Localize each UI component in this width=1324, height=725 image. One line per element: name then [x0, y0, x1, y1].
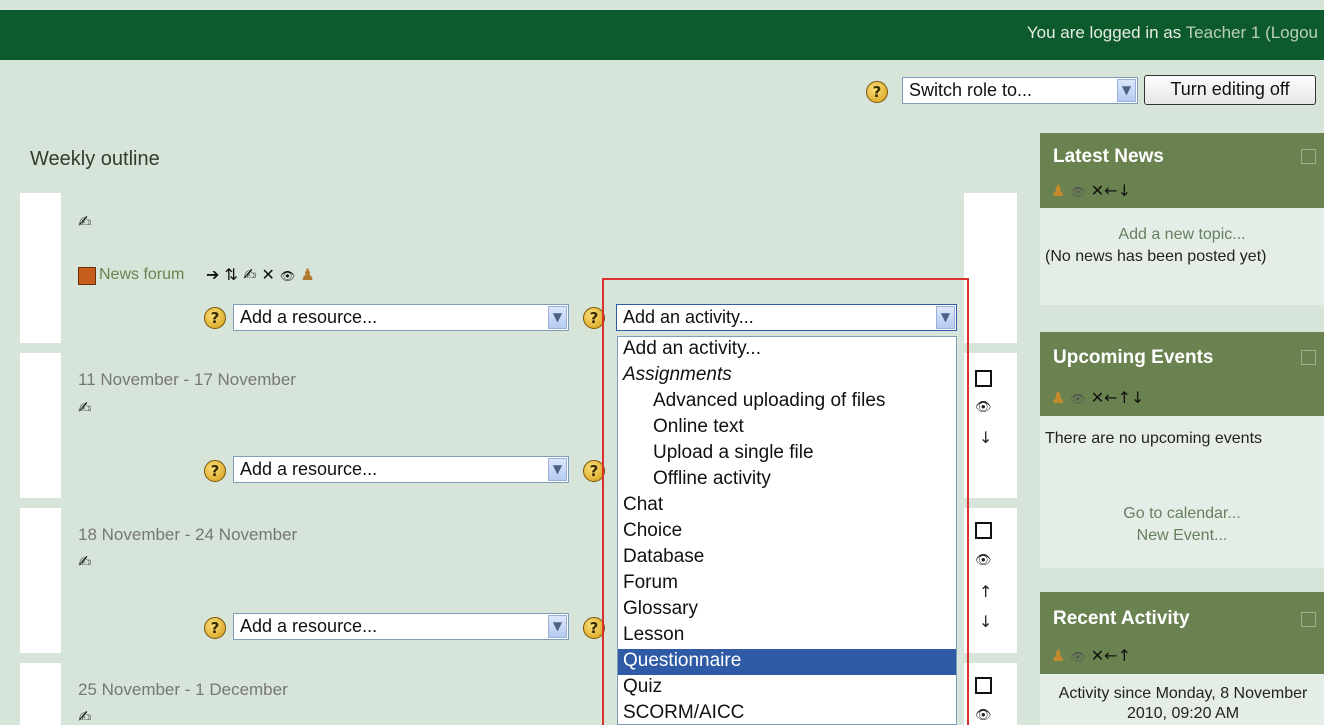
help-icon[interactable]: ?	[204, 460, 226, 482]
block-title: Recent Activity	[1053, 608, 1190, 629]
new-event-link[interactable]: New Event...	[1040, 527, 1324, 545]
activity-edit-icons: ➔ ⇅ ✍ ✕ 👁 ♟	[206, 265, 315, 284]
move-right-icon[interactable]: ➔	[206, 265, 219, 284]
collapse-icon[interactable]	[1301, 350, 1316, 365]
move-down-icon[interactable]: ↓	[979, 612, 992, 631]
edit-icon[interactable]: ✍	[78, 398, 91, 417]
move-down-icon[interactable]: ↓	[1131, 388, 1144, 407]
edit-icon[interactable]: ✍	[243, 265, 256, 284]
move-up-icon[interactable]: ↑	[1118, 388, 1131, 407]
block-header: Upcoming Events ♟ 👁 ✕←↑↓	[1040, 332, 1324, 416]
section-right-side	[964, 193, 1017, 343]
week-title: 11 November - 17 November	[78, 370, 296, 389]
block-title: Latest News	[1053, 146, 1164, 167]
go-to-calendar-link[interactable]: Go to calendar...	[1040, 505, 1324, 523]
add-resource-value: Add a resource...	[240, 307, 378, 327]
login-text: You are logged in as	[1026, 23, 1186, 42]
roles-icon[interactable]: ♟	[300, 265, 314, 284]
highlight-frame	[602, 278, 969, 725]
highlight-week-checkbox[interactable]	[975, 677, 992, 694]
help-icon[interactable]: ?	[204, 307, 226, 329]
roles-icon[interactable]: ♟	[1051, 181, 1065, 200]
move-left-icon[interactable]: ←	[1104, 181, 1117, 200]
block-title: Upcoming Events	[1053, 347, 1214, 368]
add-resource-select[interactable]: Add a resource... ▼	[233, 456, 569, 483]
forum-icon	[78, 267, 96, 285]
help-icon[interactable]: ?	[204, 617, 226, 639]
section-left-side	[20, 353, 61, 498]
eye-icon[interactable]: 👁	[1070, 392, 1085, 406]
move-left-icon[interactable]: ←	[1104, 388, 1117, 407]
block-header: Recent Activity ♟ 👁 ✕←↑	[1040, 592, 1324, 674]
add-resource-select[interactable]: Add a resource... ▼	[233, 613, 569, 640]
upcoming-events-block: Upcoming Events ♟ 👁 ✕←↑↓ There are no up…	[1040, 332, 1324, 568]
block-edit-icons: ♟ 👁 ✕←↑	[1051, 646, 1131, 665]
add-resource-select[interactable]: Add a resource... ▼	[233, 304, 569, 331]
collapse-icon[interactable]	[1301, 149, 1316, 164]
chevron-down-icon: ▼	[1117, 79, 1136, 102]
eye-icon[interactable]: 👁	[975, 400, 992, 415]
section-left-side	[20, 508, 61, 653]
no-events-text: There are no upcoming events	[1045, 430, 1263, 447]
add-resource-value: Add a resource...	[240, 459, 378, 479]
block-edit-icons: ♟ 👁 ✕←↓	[1051, 181, 1131, 200]
move-left-icon[interactable]: ←	[1104, 646, 1117, 665]
activity-since-text: Activity since Monday, 8 November 2010, …	[1058, 685, 1308, 722]
move-up-icon[interactable]: ↑	[1118, 646, 1131, 665]
section-left-side	[20, 663, 61, 725]
no-news-text: (No news has been posted yet)	[1045, 248, 1267, 265]
latest-news-block: Latest News ♟ 👁 ✕←↓ Add a new topic... (…	[1040, 133, 1324, 305]
highlight-week-checkbox[interactable]	[975, 370, 992, 387]
week-title: 18 November - 24 November	[78, 525, 298, 544]
roles-icon[interactable]: ♟	[1051, 646, 1065, 665]
eye-icon[interactable]: 👁	[975, 708, 992, 723]
delete-icon[interactable]: ✕	[1091, 646, 1104, 665]
delete-icon[interactable]: ✕	[262, 265, 275, 284]
eye-icon[interactable]: 👁	[280, 269, 295, 283]
move-down-icon[interactable]: ↓	[1118, 181, 1131, 200]
highlight-week-checkbox[interactable]	[975, 522, 992, 539]
delete-icon[interactable]: ✕	[1091, 388, 1104, 407]
delete-icon[interactable]: ✕	[1091, 181, 1104, 200]
edit-icon[interactable]: ✍	[78, 552, 91, 571]
switch-role-select[interactable]: Switch role to... ▼	[902, 77, 1138, 104]
move-down-icon[interactable]: ↓	[979, 428, 992, 447]
chevron-down-icon: ▼	[548, 458, 567, 481]
move-icon[interactable]: ⇅	[225, 265, 238, 284]
page-title: Weekly outline	[30, 148, 160, 170]
roles-icon[interactable]: ♟	[1051, 388, 1065, 407]
edit-icon[interactable]: ✍	[78, 707, 91, 725]
add-topic-link[interactable]: Add a new topic...	[1040, 226, 1324, 244]
chevron-down-icon: ▼	[548, 306, 567, 329]
header-bar: You are logged in as Teacher 1 (Logou	[0, 10, 1324, 60]
move-up-icon[interactable]: ↑	[979, 582, 992, 601]
user-link[interactable]: Teacher 1	[1186, 23, 1261, 42]
chevron-down-icon: ▼	[548, 615, 567, 638]
recent-activity-block: Recent Activity ♟ 👁 ✕←↑ Activity since M…	[1040, 592, 1324, 725]
news-forum-link[interactable]: News forum	[99, 266, 184, 284]
add-resource-value: Add a resource...	[240, 616, 378, 636]
help-icon[interactable]: ?	[866, 81, 888, 103]
block-edit-icons: ♟ 👁 ✕←↑↓	[1051, 388, 1144, 407]
switch-role-value: Switch role to...	[909, 80, 1033, 100]
eye-icon[interactable]: 👁	[975, 553, 992, 568]
section-left-side	[20, 193, 61, 343]
logout-link[interactable]: (Logou	[1265, 23, 1318, 42]
edit-icon[interactable]: ✍	[78, 212, 91, 231]
eye-icon[interactable]: 👁	[1070, 185, 1085, 199]
login-info: You are logged in as Teacher 1 (Logou	[1027, 23, 1318, 43]
turn-editing-off-button[interactable]: Turn editing off	[1144, 75, 1316, 105]
eye-icon[interactable]: 👁	[1070, 650, 1085, 664]
week-title: 25 November - 1 December	[78, 680, 288, 699]
collapse-icon[interactable]	[1301, 612, 1316, 627]
block-header: Latest News ♟ 👁 ✕←↓	[1040, 133, 1324, 208]
